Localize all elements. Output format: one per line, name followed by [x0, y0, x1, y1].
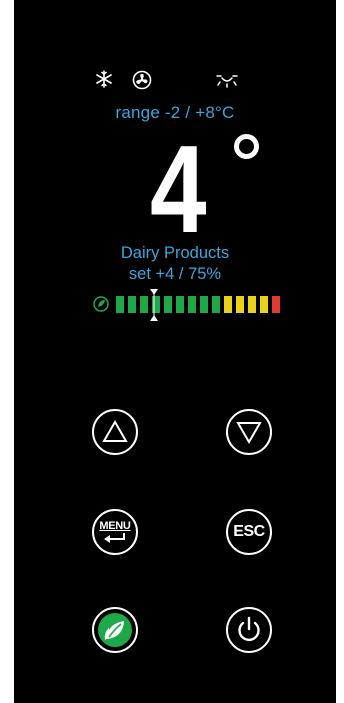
- setpoint-pointer: [150, 289, 158, 321]
- level-bar: [94, 296, 284, 316]
- down-button[interactable]: [226, 409, 272, 455]
- level-segment: [128, 296, 136, 313]
- snowflake-icon: [96, 70, 112, 88]
- power-button[interactable]: [226, 607, 272, 653]
- triangle-down-icon: [236, 422, 262, 444]
- power-icon: [238, 616, 260, 641]
- light-icon: [216, 75, 238, 88]
- thermostat-panel: range -2 / +8°C 4 Dairy Products set +4 …: [14, 0, 336, 703]
- menu-label: MENU: [99, 519, 131, 532]
- level-segment: [248, 296, 256, 313]
- degree-symbol: [234, 134, 259, 159]
- up-button[interactable]: [92, 409, 138, 455]
- esc-button[interactable]: ESC: [226, 509, 272, 555]
- eco-button[interactable]: [92, 607, 138, 653]
- product-name: Dairy Products: [120, 244, 230, 262]
- level-segment: [236, 296, 244, 313]
- triangle-up-icon: [102, 420, 128, 442]
- level-segment: [164, 296, 172, 313]
- level-segment: [224, 296, 232, 313]
- level-segment: [212, 296, 220, 313]
- level-segment: [272, 296, 280, 313]
- level-segment: [260, 296, 268, 313]
- leaf-icon: [98, 613, 132, 647]
- esc-label: ESC: [233, 523, 265, 540]
- setpoint: set +4 / 75%: [128, 265, 222, 283]
- level-segment: [116, 296, 124, 313]
- menu-button[interactable]: MENU: [92, 509, 138, 555]
- level-segment: [188, 296, 196, 313]
- current-temperature: 4: [150, 121, 207, 259]
- fan-icon: [132, 70, 152, 90]
- temperature-range: range -2 / +8°C: [115, 103, 235, 122]
- level-segment: [200, 296, 208, 313]
- level-segment: [176, 296, 184, 313]
- level-segment: [140, 296, 148, 313]
- enter-arrow-icon: [104, 532, 125, 543]
